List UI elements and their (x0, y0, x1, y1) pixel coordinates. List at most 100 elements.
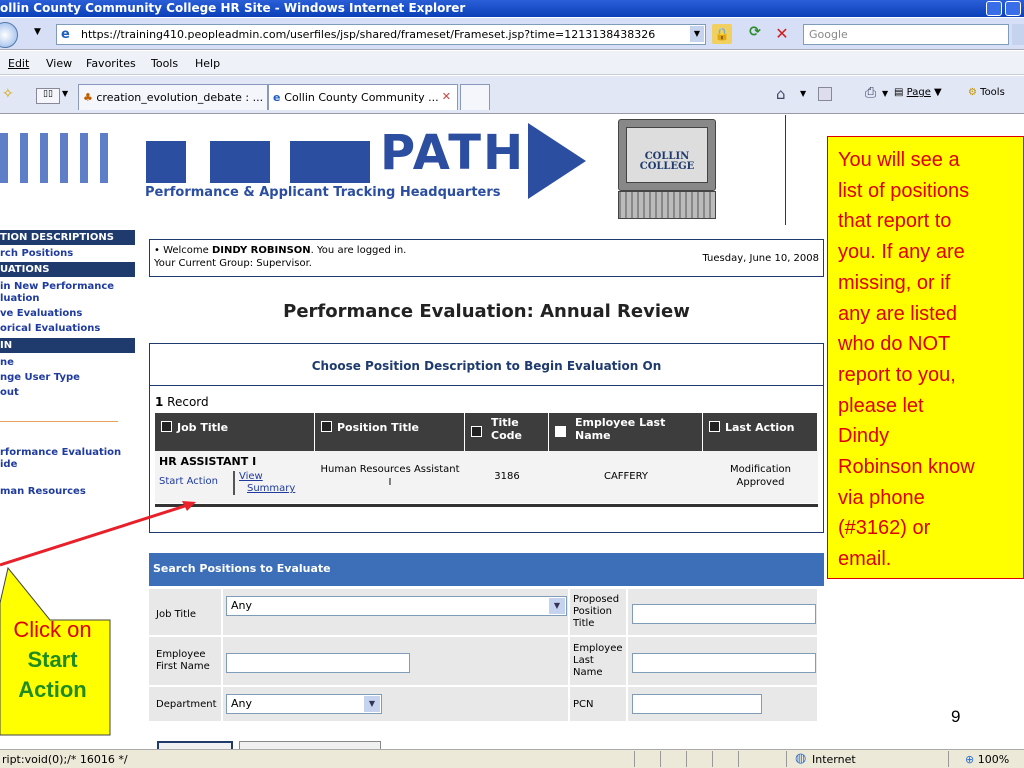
tab-favicon: ♣ (83, 91, 97, 104)
address-text: https://training410.peopleadmin.com/user… (81, 28, 656, 41)
dropdown-arrow-icon[interactable]: ▼ (34, 27, 41, 37)
print-dropdown-icon[interactable]: ▼ (882, 89, 888, 98)
page-content: PATH Performance & Applicant Tracking He… (0, 115, 1024, 749)
choose-heading: Choose Position Description to Begin Eva… (311, 359, 662, 373)
path-arrow (528, 123, 586, 199)
menu-help[interactable]: Help (195, 57, 220, 70)
college-line2: COLLEGE (639, 161, 695, 172)
menu-edit[interactable]: Edit (8, 57, 29, 70)
table-bottom-rule (155, 504, 818, 507)
window-title-bar: ollin County Community College HR Site -… (0, 0, 1024, 17)
current-date: Tuesday, June 10, 2008 (702, 253, 819, 264)
back-button[interactable] (0, 22, 18, 48)
status-divider (660, 751, 661, 767)
refresh-icon[interactable]: ⟳ (745, 24, 765, 44)
favorites-star-icon[interactable]: ✧ (2, 86, 14, 102)
instruction-callout: You will see a list of positions that re… (827, 136, 1024, 579)
job-title-select[interactable]: Any ▼ (226, 596, 567, 616)
home-icon[interactable]: ⌂ (776, 85, 786, 103)
globe-icon: ◍ (795, 751, 807, 766)
college-laptop-logo: COLLIN COLLEGE (618, 119, 716, 223)
position-title-cell: Human Resources Assistant I (320, 464, 460, 488)
lock-icon: 🔒 (712, 24, 732, 44)
status-divider (738, 751, 739, 767)
gear-icon: ⚙ (968, 87, 981, 98)
tab-creation-evolution[interactable]: ♣ creation_evolution_debate : ... (78, 84, 268, 110)
pcn-label: PCN (573, 699, 594, 710)
minimize-button[interactable] (986, 1, 1002, 16)
restore-button[interactable] (1005, 1, 1021, 16)
chevron-down-icon: ▼ (364, 696, 380, 712)
page-menu-label: Page (906, 87, 931, 98)
status-divider (948, 751, 949, 767)
stop-icon[interactable]: ✕ (772, 24, 792, 44)
pcn-field[interactable] (632, 694, 762, 714)
column-header-position-title[interactable]: Position Title (315, 413, 465, 451)
status-divider (686, 751, 687, 767)
employee-last-name-field[interactable] (632, 653, 816, 673)
last-name-cell: CAFFERY (603, 471, 649, 482)
zoom-control[interactable]: ⊕ 100% (965, 753, 1009, 766)
search-panel-header: Search Positions to Evaluate (149, 553, 824, 586)
quick-tabs-icon[interactable]: ▯▯ (36, 88, 60, 104)
proposed-position-title-field[interactable] (632, 604, 816, 624)
status-bar: ript:void(0);/* 16016 */ ◍ Internet ⊕ 10… (0, 749, 1024, 768)
user-name: DINDY ROBINSON (212, 245, 311, 256)
slide-number: 9 (951, 707, 961, 726)
path-logo: PATH (380, 125, 526, 181)
banner-divider (785, 115, 786, 225)
status-divider (634, 751, 635, 767)
new-tab-button[interactable] (460, 84, 490, 110)
search-button[interactable] (157, 741, 233, 749)
search-col-divider (626, 589, 628, 721)
tools-menu[interactable]: ⚙ Tools (968, 87, 1005, 98)
clear-button[interactable] (239, 741, 381, 749)
search-placeholder: Google (809, 28, 848, 41)
address-field[interactable]: e https://training410.peopleadmin.com/us… (56, 24, 706, 45)
tab-collin-county[interactable]: e Collin County Community ... ✕ (268, 84, 458, 110)
page-menu[interactable]: ▤ Page ▼ (894, 87, 942, 98)
tab-bar: ✧ ▯▯ ▼ ♣ creation_evolution_debate : ...… (0, 76, 1024, 114)
employee-first-name-field[interactable] (226, 653, 410, 673)
last-action-cell: Modification Approved (730, 464, 791, 488)
table-row: HR ASSISTANT I Start Action View Summary … (155, 451, 818, 503)
menu-bar: Edit View Favorites Tools Help (0, 51, 1024, 75)
title-code-cell: 3186 (494, 471, 520, 482)
employee-last-name-label: Employee Last Name (573, 643, 623, 678)
search-input[interactable]: Google (803, 24, 1009, 45)
menu-favorites[interactable]: Favorites (86, 57, 136, 70)
search-col-divider (568, 589, 570, 721)
left-callout-text: Click on Start Action (13, 617, 92, 702)
chevron-down-icon: ▼ (549, 598, 565, 614)
menu-view[interactable]: View (46, 57, 72, 70)
sort-down-icon (471, 426, 482, 437)
address-dropdown-icon[interactable]: ▼ (690, 26, 704, 42)
panel-divider (150, 385, 823, 386)
tools-menu-label: Tools (980, 87, 1005, 98)
tab-favicon: e (273, 91, 285, 104)
zoom-icon: ⊕ (965, 753, 975, 766)
address-toolbar: ▼ e https://training410.peopleadmin.com/… (0, 18, 1024, 50)
employee-first-name-label: Employee First Name (156, 649, 210, 672)
tab-list-dropdown-icon[interactable]: ▼ (62, 89, 68, 98)
feeds-icon[interactable] (818, 87, 832, 101)
column-header-last-action[interactable]: Last Action (703, 413, 818, 451)
search-col-divider (221, 589, 223, 721)
column-header-employee-last-name[interactable]: Employee Last Name (549, 413, 703, 451)
welcome-box: • Welcome DINDY ROBINSON. You are logged… (149, 239, 824, 277)
status-text: ript:void(0);/* 16016 */ (2, 753, 128, 766)
tab-label: Collin County Community ... (284, 91, 439, 104)
menu-tools[interactable]: Tools (151, 57, 178, 70)
ie-page-icon: e (61, 27, 70, 42)
close-tab-icon[interactable]: ✕ (442, 90, 451, 103)
callout-pointer (0, 501, 196, 567)
search-go-icon[interactable] (1012, 24, 1024, 45)
sort-up-icon (555, 426, 566, 437)
department-select[interactable]: Any ▼ (226, 694, 382, 714)
status-divider (786, 751, 787, 767)
view-summary-link[interactable]: View Summary (233, 471, 295, 495)
page-title: Performance Evaluation: Annual Review (283, 301, 690, 322)
print-icon[interactable]: ⎙ (865, 85, 876, 101)
column-header-title-code[interactable]: Title Code (465, 413, 549, 451)
home-dropdown-icon[interactable]: ▼ (800, 89, 806, 98)
